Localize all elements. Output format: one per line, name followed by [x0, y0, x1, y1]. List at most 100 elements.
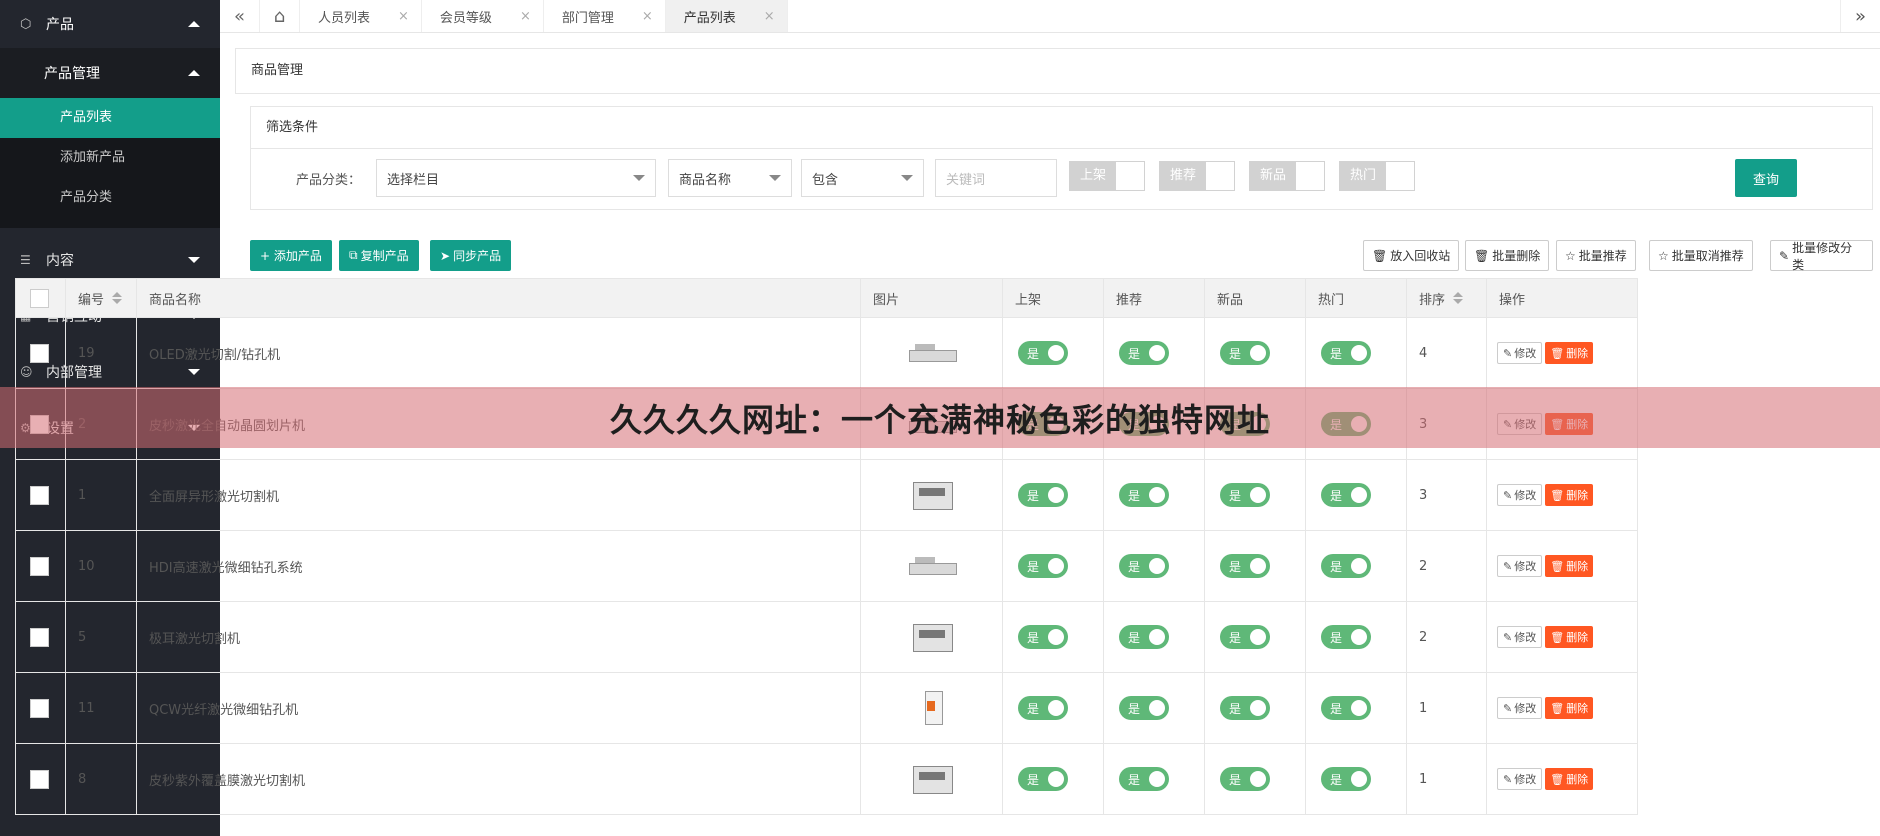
edit-button[interactable]: ✎修改: [1497, 555, 1543, 577]
sort-icon[interactable]: [112, 292, 123, 304]
hot-toggle[interactable]: 是: [1321, 341, 1371, 365]
hot-toggle[interactable]: 是: [1321, 625, 1371, 649]
copy-product-button[interactable]: ⧉ 复制产品: [339, 240, 419, 271]
add-product-button[interactable]: + 添加产品: [250, 240, 332, 271]
sort-cell: 1: [1407, 673, 1487, 743]
new-toggle[interactable]: 是: [1220, 696, 1270, 720]
select-all-checkbox[interactable]: [30, 288, 49, 308]
recommend-cell: 是: [1104, 531, 1205, 601]
batch-recommend-button[interactable]: ☆ 批量推荐: [1556, 240, 1636, 271]
close-icon[interactable]: ×: [764, 9, 775, 24]
button-label: 批量修改分类: [1792, 240, 1853, 272]
banner-text: 久久久久网址：一个充满神秘色彩的独特网址: [609, 400, 1270, 439]
sort-cell: 4: [1407, 318, 1487, 388]
delete-button[interactable]: 🗑删除: [1545, 555, 1594, 577]
edit-button[interactable]: ✎修改: [1497, 484, 1543, 506]
sidebar-link-product-category[interactable]: 产品分类: [0, 178, 220, 228]
toggle-knob: [1250, 487, 1266, 503]
table-row[interactable]: 19 OLED激光切割/钻孔机 是 是 是 是 4 ✎ 修改 🗑 删除: [16, 318, 1637, 389]
delete-button[interactable]: 🗑删除: [1545, 626, 1594, 648]
sidebar-item-product[interactable]: ⬡ 产品: [0, 0, 220, 48]
row-checkbox[interactable]: [30, 698, 49, 718]
hot-toggle[interactable]: 是: [1321, 767, 1371, 791]
tab-staff-list[interactable]: 人员列表 ×: [300, 0, 422, 32]
home-icon[interactable]: ⌂: [260, 0, 300, 32]
batch-delete-button[interactable]: 🗑 批量删除: [1465, 240, 1550, 271]
header-id[interactable]: 编号: [66, 279, 137, 317]
batch-unrecommend-button[interactable]: ☆ 批量取消推荐: [1649, 240, 1753, 271]
expand-right-icon[interactable]: »: [1840, 0, 1880, 32]
edit-button[interactable]: ✎修改: [1497, 342, 1543, 364]
hot-toggle[interactable]: 是: [1321, 554, 1371, 578]
row-checkbox[interactable]: [30, 627, 49, 647]
onshelf-toggle[interactable]: 是: [1018, 696, 1068, 720]
filter-toggle-hot[interactable]: 热门: [1339, 161, 1415, 191]
category-select[interactable]: 选择栏目: [376, 159, 656, 197]
recommend-toggle[interactable]: 是: [1119, 696, 1169, 720]
toggle-label: 是: [1229, 701, 1242, 716]
sync-product-button[interactable]: ➤ 同步产品: [430, 240, 512, 271]
tab-product-list[interactable]: 产品列表 ×: [665, 0, 788, 32]
batch-category-button[interactable]: ✎ 批量修改分类: [1770, 240, 1873, 272]
toggle-label: 是: [1027, 488, 1040, 503]
delete-button[interactable]: 🗑删除: [1545, 697, 1594, 719]
tab-member-level[interactable]: 会员等级 ×: [422, 0, 544, 32]
sidebar-link-product-list[interactable]: 产品列表: [0, 98, 220, 138]
table-row[interactable]: 1 全面屏异形激光切割机 是 是 是 是 3 ✎ 修改 🗑 删除: [16, 460, 1637, 531]
match-select[interactable]: 包含: [801, 159, 924, 197]
onshelf-toggle[interactable]: 是: [1018, 341, 1068, 365]
hot-toggle[interactable]: 是: [1321, 483, 1371, 507]
image-cell: [861, 318, 1003, 388]
tab-department[interactable]: 部门管理 ×: [544, 0, 666, 32]
delete-button[interactable]: 🗑删除: [1545, 484, 1594, 506]
recommend-toggle[interactable]: 是: [1119, 341, 1169, 365]
recommend-toggle[interactable]: 是: [1119, 625, 1169, 649]
onshelf-toggle[interactable]: 是: [1018, 625, 1068, 649]
header-new: 新品: [1205, 279, 1306, 317]
edit-button[interactable]: ✎修改: [1497, 626, 1543, 648]
close-icon[interactable]: ×: [398, 9, 409, 24]
row-checkbox[interactable]: [30, 769, 49, 789]
sidebar-link-add-product[interactable]: 添加新产品: [0, 138, 220, 178]
delete-button[interactable]: 🗑删除: [1545, 342, 1594, 364]
header-sort[interactable]: 排序: [1407, 279, 1487, 317]
keyword-input[interactable]: 关键词: [935, 159, 1057, 197]
table-row[interactable]: 8 皮秒紫外覆盖膜激光切割机 是 是 是 是 1 ✎ 修改 🗑 删除: [16, 744, 1637, 815]
row-checkbox[interactable]: [30, 343, 49, 363]
toggle-label: 是: [1027, 701, 1040, 716]
collapse-left-icon[interactable]: «: [220, 0, 260, 32]
onshelf-toggle[interactable]: 是: [1018, 554, 1068, 578]
onshelf-toggle[interactable]: 是: [1018, 483, 1068, 507]
filter-toggle-recommend[interactable]: 推荐: [1159, 161, 1235, 191]
delete-button[interactable]: 🗑删除: [1545, 768, 1594, 790]
close-icon[interactable]: ×: [642, 9, 653, 24]
close-icon[interactable]: ×: [520, 9, 531, 24]
field-select[interactable]: 商品名称: [668, 159, 792, 197]
content-icon: ☰: [20, 253, 31, 267]
sort-icon[interactable]: [1453, 292, 1464, 304]
hot-toggle[interactable]: 是: [1321, 696, 1371, 720]
row-checkbox[interactable]: [30, 485, 49, 505]
new-toggle[interactable]: 是: [1220, 341, 1270, 365]
table-row[interactable]: 10 HDI高速激光微细钻孔系统 是 是 是 是 2 ✎ 修改 🗑 删除: [16, 531, 1637, 602]
edit-button[interactable]: ✎修改: [1497, 697, 1543, 719]
filter-toggle-new[interactable]: 新品: [1249, 161, 1325, 191]
onshelf-toggle[interactable]: 是: [1018, 767, 1068, 791]
tab-label: 产品列表: [683, 10, 736, 26]
recommend-toggle[interactable]: 是: [1119, 554, 1169, 578]
new-toggle[interactable]: 是: [1220, 625, 1270, 649]
new-toggle[interactable]: 是: [1220, 554, 1270, 578]
table-row[interactable]: 5 极耳激光切割机 是 是 是 是 2 ✎ 修改 🗑 删除: [16, 602, 1637, 673]
new-toggle[interactable]: 是: [1220, 483, 1270, 507]
row-checkbox[interactable]: [30, 556, 49, 576]
edit-button[interactable]: ✎修改: [1497, 768, 1543, 790]
recycle-button[interactable]: 🗑 放入回收站: [1363, 240, 1460, 271]
query-button[interactable]: 查询: [1735, 159, 1797, 197]
recommend-toggle[interactable]: 是: [1119, 483, 1169, 507]
table-row[interactable]: 11 QCW光纤激光微细钻孔机 是 是 是 是 1 ✎ 修改 🗑 删除: [16, 673, 1637, 744]
recommend-toggle[interactable]: 是: [1119, 767, 1169, 791]
sidebar-item-product-management[interactable]: 产品管理: [0, 48, 220, 98]
filter-toggle-onshelf[interactable]: 上架: [1069, 161, 1145, 191]
new-toggle[interactable]: 是: [1220, 767, 1270, 791]
id-cell: 10: [66, 531, 137, 601]
